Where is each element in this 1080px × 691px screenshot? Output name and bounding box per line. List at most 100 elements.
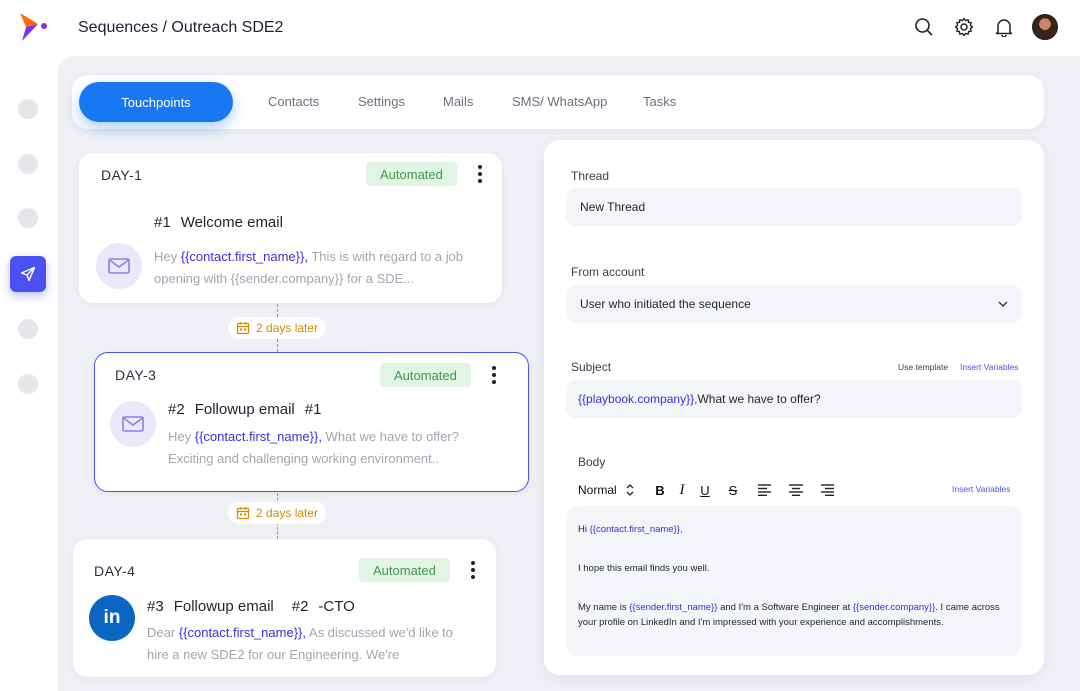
preview-variable: {{contact.first_name}}, (178, 625, 306, 640)
delay-badge: 2 days later (228, 317, 327, 339)
sidebar-item-sequences[interactable] (10, 256, 46, 292)
preview-text: Hey (168, 429, 195, 444)
more-options-icon[interactable] (470, 561, 476, 579)
chevron-down-icon (998, 301, 1008, 307)
more-options-icon[interactable] (491, 366, 497, 384)
thread-label: Thread (571, 169, 610, 183)
calendar-icon (236, 322, 250, 335)
delay-badge: 2 days later (228, 502, 327, 524)
body-variable: {{sender.first_name}} (629, 602, 718, 613)
step-title: #3 Followup email #2 -CTO (147, 598, 365, 615)
body-insert-variables-link[interactable]: Insert Variables (952, 484, 1010, 494)
step-number: #1 (154, 214, 171, 231)
body-paragraph: My name is {{sender.first_name}} and I'm… (578, 600, 1010, 630)
gear-icon[interactable] (952, 15, 976, 39)
status-badge: Automated (359, 558, 450, 582)
sidebar-item-6[interactable] (18, 374, 38, 394)
step-card-day-1[interactable]: DAY-1 Automated #1 Welcome email Hey {{co… (79, 153, 502, 303)
day-label: DAY-1 (101, 167, 143, 183)
from-account-label: From account (571, 265, 645, 279)
align-left-icon[interactable] (758, 480, 772, 500)
insert-variables-link[interactable]: Insert Variables (960, 362, 1018, 372)
mail-icon (96, 243, 142, 289)
top-bar: Sequences / Outreach SDE2 (0, 0, 1080, 56)
preview-text: Dear (147, 625, 179, 640)
step-name: Followup email (173, 598, 274, 615)
preview-text: What we have to offer? (321, 429, 459, 444)
email-body-editor[interactable]: Hi {{contact.first_name}}, I hope this e… (566, 506, 1022, 656)
step-suffix: #1 (304, 401, 322, 418)
search-icon[interactable] (912, 15, 936, 39)
align-center-icon[interactable] (789, 480, 803, 500)
align-right-icon[interactable] (820, 480, 834, 500)
format-select[interactable]: Normal (578, 480, 635, 500)
body-greeting: Hi {{contact.first_name}}, (578, 522, 1010, 537)
preview-variable: {{contact.first_name}}, (194, 429, 322, 444)
calendar-icon (236, 507, 250, 520)
mail-icon (110, 401, 156, 447)
day-label: DAY-4 (94, 563, 136, 579)
italic-icon[interactable]: I (677, 480, 687, 500)
step-title: #1 Welcome email (154, 214, 293, 231)
tab-bar: Touchpoints Contacts Settings Mails SMS/… (72, 75, 1044, 129)
subject-field[interactable]: {{playbook.company}}, What we have to of… (566, 380, 1022, 418)
tab-sms-whatsapp[interactable]: SMS/ WhatsApp (512, 94, 607, 109)
status-badge: Automated (366, 162, 457, 186)
sidebar-item-3[interactable] (18, 208, 38, 228)
delay-text: 2 days later (256, 506, 319, 520)
body-text: and I'm a Software Engineer at (717, 602, 853, 613)
tab-contacts[interactable]: Contacts (268, 94, 319, 109)
step-suffix: #2 (291, 598, 309, 615)
bell-icon[interactable] (992, 15, 1016, 39)
preview-variable: {{contact.first_name}}, (180, 249, 308, 264)
step-preview: Hey {{contact.first_name}}, What we have… (168, 426, 508, 470)
app-logo-icon[interactable] (16, 10, 50, 44)
day-label: DAY-3 (115, 367, 157, 383)
from-account-value: User who initiated the sequence (580, 297, 751, 311)
send-icon (20, 266, 36, 282)
preview-text: Hey (154, 249, 181, 264)
bold-icon[interactable]: B (654, 480, 666, 500)
body-text: Hi (578, 524, 590, 535)
body-line: I hope this email finds you well. (578, 563, 710, 574)
strikethrough-icon[interactable]: S (727, 480, 739, 500)
step-name: Followup email (194, 401, 295, 418)
preview-text: Exciting and challenging working environ… (168, 451, 439, 466)
subject-label: Subject (571, 360, 612, 374)
step-title: #2 Followup email #1 (168, 401, 331, 418)
tab-settings[interactable]: Settings (358, 94, 405, 109)
sidebar-item-1[interactable] (18, 99, 38, 119)
from-account-select[interactable]: User who initiated the sequence (566, 285, 1022, 323)
thread-field[interactable]: New Thread (566, 188, 1022, 226)
use-template-link[interactable]: Use template (898, 362, 948, 372)
step-preview: Dear {{contact.first_name}}, As discusse… (147, 622, 467, 666)
left-sidebar (0, 56, 58, 691)
step-number: #2 (168, 401, 185, 418)
tab-tasks[interactable]: Tasks (643, 94, 676, 109)
avatar[interactable] (1032, 14, 1058, 40)
underline-icon[interactable]: U (699, 480, 711, 500)
body-variable: {{contact.first_name}}, (589, 524, 683, 535)
delay-text: 2 days later (256, 321, 319, 335)
more-options-icon[interactable] (477, 165, 483, 183)
step-card-day-3[interactable]: DAY-3 Automated #2 Followup email #1 Hey {… (94, 352, 529, 492)
tab-touchpoints[interactable]: Touchpoints (79, 82, 233, 122)
body-text: My name is (578, 602, 630, 613)
format-value: Normal (578, 483, 617, 497)
header-actions (912, 14, 1058, 40)
breadcrumb: Sequences / Outreach SDE2 (78, 19, 284, 36)
step-name: Welcome email (180, 214, 283, 231)
step-preview: Hey {{contact.first_name}}, This is with… (154, 246, 474, 290)
updown-icon (626, 484, 634, 496)
step-number: #3 (147, 598, 164, 615)
tab-mails[interactable]: Mails (443, 94, 473, 109)
step-card-day-4[interactable]: DAY-4 Automated in #3 Followup email #2 -CT… (73, 539, 496, 677)
body-variable: {{sender.company}} (852, 602, 936, 613)
thread-value: New Thread (580, 200, 646, 214)
subject-variable: {{playbook.company}}, (578, 392, 698, 406)
sidebar-item-5[interactable] (18, 319, 38, 339)
email-editor-panel: Thread New Thread From account User who … (544, 140, 1044, 675)
sidebar-item-2[interactable] (18, 154, 38, 174)
linkedin-icon: in (89, 595, 135, 641)
status-badge: Automated (380, 363, 471, 387)
